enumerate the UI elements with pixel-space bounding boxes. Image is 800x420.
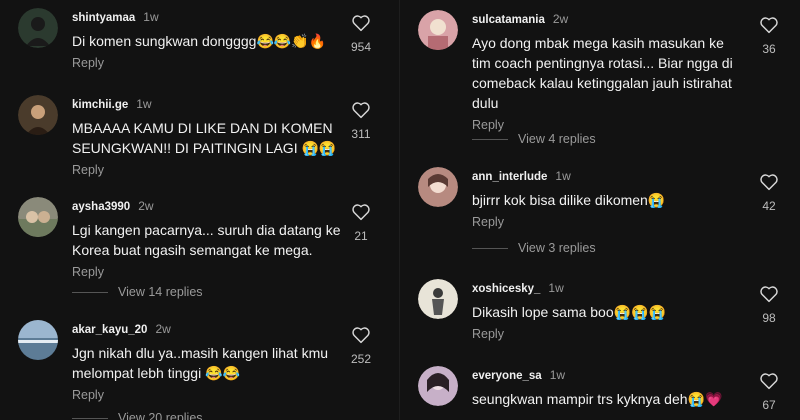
username[interactable]: everyone_sa	[472, 370, 542, 382]
timestamp: 1w	[143, 10, 159, 24]
reply-button[interactable]: Reply	[72, 265, 342, 279]
heart-icon[interactable]	[346, 203, 376, 221]
comments-column-left: shintyamaa 1w Di komen sungkwan dongggg😂😂…	[0, 0, 396, 420]
reply-button[interactable]: Reply	[472, 118, 742, 132]
reply-button[interactable]: Reply	[72, 163, 342, 177]
view-replies-label: View 4 replies	[518, 132, 596, 146]
like-count: 21	[354, 229, 368, 243]
like-count: 954	[350, 40, 372, 54]
heart-icon[interactable]	[754, 173, 784, 191]
reply-button[interactable]: Reply	[472, 215, 742, 229]
reply-button[interactable]: Reply	[72, 388, 342, 402]
like-count: 311	[351, 127, 371, 141]
like-count: 98	[762, 311, 776, 325]
comment-text: Jgn nikah dlu ya..masih kangen lihat kmu…	[72, 345, 329, 381]
heart-icon[interactable]	[346, 326, 376, 344]
username[interactable]: xoshicesky_	[472, 283, 540, 295]
like-count: 67	[762, 398, 776, 412]
avatar[interactable]	[418, 279, 458, 319]
view-replies-button[interactable]: View 3 replies	[472, 241, 596, 255]
timestamp: 2w	[552, 12, 569, 26]
avatar[interactable]	[418, 167, 458, 207]
view-replies-label: View 20 replies	[118, 411, 203, 420]
comment-text: Dikasih lope sama boo😭😭😭	[472, 304, 666, 320]
reply-button[interactable]: Reply	[72, 56, 342, 70]
avatar[interactable]	[18, 95, 58, 135]
avatar[interactable]	[18, 320, 58, 360]
view-replies-button[interactable]: View 20 replies	[72, 411, 203, 420]
timestamp: 1w	[136, 97, 152, 111]
timestamp: 2w	[138, 199, 154, 213]
heart-icon[interactable]	[754, 285, 784, 303]
comment-text: seungkwan mampir trs kyknya deh😭💗	[472, 391, 723, 407]
view-replies-button[interactable]: View 4 replies	[472, 132, 596, 146]
comment-text: MBAAAA KAMU DI LIKE DAN DI KOMEN SEUNGKW…	[72, 120, 337, 156]
comment-text: bjirrr kok bisa dilike dikomen😭	[472, 192, 666, 208]
avatar[interactable]	[18, 8, 58, 48]
comment-text: Di komen sungkwan dongggg😂😂👏🔥	[72, 33, 327, 49]
view-replies-label: View 14 replies	[118, 285, 203, 299]
heart-icon[interactable]	[346, 101, 376, 119]
view-replies-label: View 3 replies	[518, 241, 596, 255]
divider-line	[72, 292, 108, 294]
username[interactable]: akar_kayu_20	[72, 324, 147, 336]
username[interactable]: kimchii.ge	[72, 99, 128, 111]
like-count: 36	[762, 42, 776, 56]
comment-text: Lgi kangen pacarnya... suruh dia datang …	[72, 222, 341, 258]
comments-column-right: sulcatamania 2w Ayo dong mbak mega kasih …	[404, 0, 800, 420]
column-divider	[399, 0, 400, 420]
comment-text: Ayo dong mbak mega kasih masukan ke tim …	[472, 35, 733, 111]
heart-icon[interactable]	[346, 14, 376, 32]
timestamp: 2w	[155, 322, 171, 336]
like-count: 42	[762, 199, 776, 213]
username[interactable]: ann_interlude	[472, 171, 547, 183]
avatar[interactable]	[418, 10, 458, 50]
reply-button[interactable]: Reply	[472, 327, 742, 341]
view-replies-button[interactable]: View 14 replies	[72, 285, 203, 299]
heart-icon[interactable]	[754, 372, 784, 390]
divider-line	[472, 248, 508, 250]
timestamp: 1w	[548, 281, 564, 295]
avatar[interactable]	[18, 197, 58, 237]
divider-line	[72, 418, 108, 420]
avatar[interactable]	[418, 366, 458, 406]
username[interactable]: sulcatamania	[472, 14, 545, 26]
timestamp: 1w	[555, 169, 571, 183]
username[interactable]: aysha3990	[72, 201, 130, 213]
heart-icon[interactable]	[754, 16, 784, 34]
like-count: 252	[350, 352, 372, 366]
username[interactable]: shintyamaa	[72, 12, 135, 24]
timestamp: 1w	[549, 368, 566, 382]
divider-line	[472, 139, 508, 141]
